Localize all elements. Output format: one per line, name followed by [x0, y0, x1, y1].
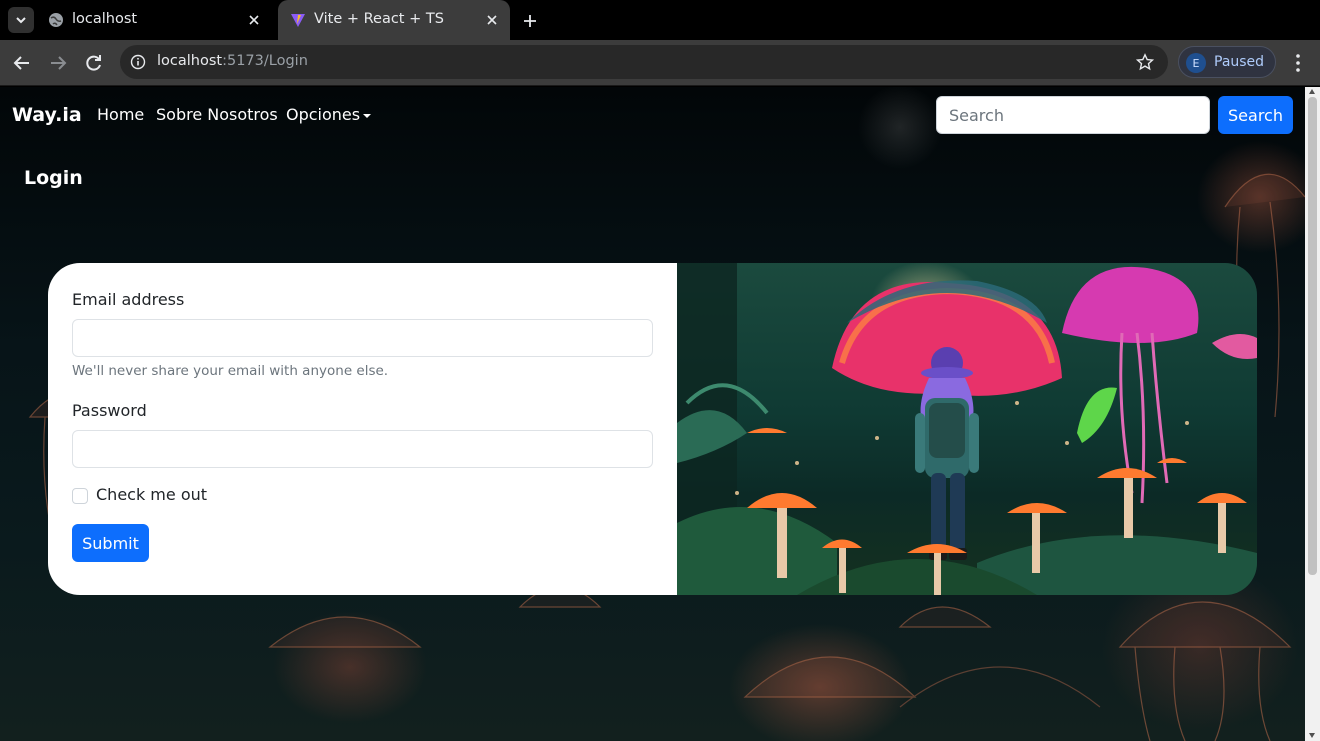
- forward-arrow-icon[interactable]: [47, 52, 69, 74]
- url-host: localhost: [157, 53, 223, 69]
- avatar: E: [1186, 53, 1206, 73]
- scroll-up-icon[interactable]: [1309, 89, 1315, 94]
- email-field[interactable]: [72, 319, 653, 357]
- tab-localhost[interactable]: localhost: [36, 0, 272, 40]
- password-label: Password: [72, 401, 147, 420]
- scroll-down-icon[interactable]: [1309, 733, 1315, 738]
- hero-illustration: [677, 263, 1257, 595]
- chevron-down-icon: [16, 17, 26, 24]
- nav-dropdown-opciones[interactable]: Opciones: [286, 105, 372, 124]
- search-input[interactable]: [936, 96, 1210, 134]
- submit-button[interactable]: Submit: [72, 524, 149, 562]
- browser-toolbar: localhost:5173/Login E Paused: [0, 40, 1320, 86]
- login-form: Email address We'll never share your ema…: [48, 263, 677, 595]
- url-path: :5173/Login: [222, 53, 308, 69]
- email-label: Email address: [72, 290, 185, 309]
- search-button[interactable]: Search: [1218, 96, 1293, 134]
- scrollbar-thumb[interactable]: [1308, 97, 1317, 575]
- close-icon[interactable]: [246, 12, 262, 28]
- tab-title: localhost: [72, 11, 138, 27]
- caret-down-icon: [363, 113, 372, 118]
- email-help-text: We'll never share your email with anyone…: [72, 363, 389, 379]
- site-info-icon[interactable]: [130, 54, 146, 70]
- remember-label[interactable]: Check me out: [96, 485, 207, 504]
- nav-dropdown-label: Opciones: [286, 105, 361, 124]
- nav-link-sobre-nosotros[interactable]: Sobre Nosotros: [156, 105, 278, 124]
- tab-search-button[interactable]: [8, 7, 34, 33]
- remember-checkbox[interactable]: [72, 488, 88, 504]
- new-tab-icon[interactable]: [520, 11, 540, 31]
- bookmark-star-icon[interactable]: [1136, 53, 1154, 71]
- close-icon[interactable]: [484, 12, 500, 28]
- brand-logo[interactable]: Way.ia: [12, 104, 82, 126]
- profile-button[interactable]: E Paused: [1178, 46, 1276, 78]
- vite-logo-icon: [291, 14, 305, 27]
- globe-icon: [49, 13, 63, 27]
- page-viewport: Way.ia Home Sobre Nosotros Opciones Sear…: [0, 87, 1305, 741]
- browser-tab-strip: localhost Vite + React + TS: [0, 0, 1320, 40]
- address-bar[interactable]: localhost:5173/Login: [120, 45, 1168, 79]
- tab-title: Vite + React + TS: [314, 11, 444, 27]
- profile-status: Paused: [1214, 54, 1265, 70]
- password-field[interactable]: [72, 430, 653, 468]
- page-title: Login: [24, 167, 83, 189]
- login-card: Email address We'll never share your ema…: [48, 263, 1257, 595]
- reload-icon[interactable]: [83, 52, 105, 74]
- mushroom-forest-illustration: [677, 263, 1257, 595]
- page-scrollbar[interactable]: [1305, 87, 1320, 741]
- tab-vite-react[interactable]: Vite + React + TS: [278, 0, 510, 40]
- url-text[interactable]: localhost:5173/Login: [157, 53, 308, 69]
- back-arrow-icon[interactable]: [11, 52, 33, 74]
- nav-link-home[interactable]: Home: [97, 105, 144, 124]
- more-menu-icon[interactable]: [1288, 52, 1308, 74]
